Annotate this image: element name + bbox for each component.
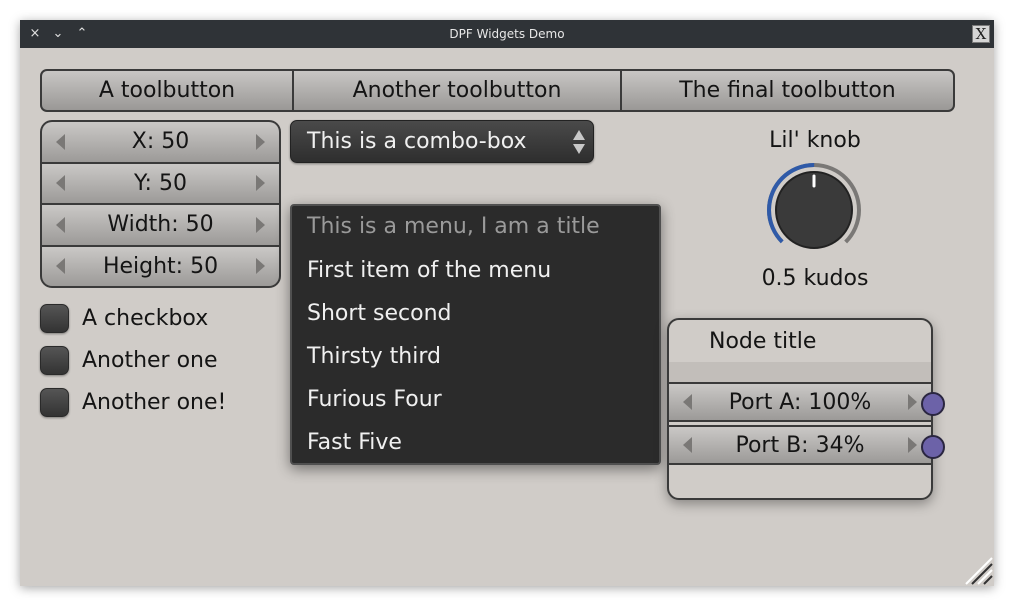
toolbutton-2[interactable]: Another toolbutton [292, 71, 620, 110]
x11-app-icon: X [972, 25, 990, 43]
spinner-label: Width: 50 [107, 212, 214, 238]
menu-item[interactable]: Thirsty third [307, 344, 441, 369]
port-b-connector[interactable] [921, 435, 945, 459]
arrow-left-icon[interactable] [683, 394, 692, 410]
knob[interactable] [764, 160, 864, 260]
node: Node title Port A: 100% Port B: 34% [667, 318, 933, 500]
combo-box[interactable]: This is a combo-box [290, 120, 594, 163]
spinner-label: Y: 50 [134, 170, 187, 196]
arrow-left-icon[interactable] [56, 258, 65, 275]
arrow-right-icon[interactable] [908, 394, 917, 410]
menu-item[interactable]: Furious Four [307, 387, 442, 412]
spinner-y[interactable]: Y: 50 [42, 163, 279, 203]
arrow-right-icon[interactable] [908, 437, 917, 453]
arrow-left-icon[interactable] [683, 437, 692, 453]
updown-icon [573, 130, 585, 154]
knob-label: Lil' knob [769, 128, 861, 153]
checkbox[interactable] [40, 345, 69, 375]
checkbox-label: Another one [82, 347, 218, 373]
spinner-label: Height: 50 [102, 253, 219, 279]
menu-item[interactable]: First item of the menu [307, 258, 551, 283]
checkbox-row-3[interactable]: Another one! [40, 386, 226, 418]
node-title: Node title [709, 328, 817, 354]
toolbutton-1[interactable]: A toolbutton [42, 71, 292, 110]
window-title: DPF Widgets Demo [449, 27, 565, 41]
combo-value: This is a combo-box [307, 129, 527, 154]
app-window: × ⌄ ⌃ DPF Widgets Demo X A toolbutton An… [20, 20, 994, 586]
checkbox-label: Another one! [82, 389, 227, 415]
arrow-right-icon[interactable] [256, 258, 265, 275]
port-label: Port B: 34% [735, 432, 865, 458]
node-divider [669, 362, 931, 382]
port-a-connector[interactable] [921, 392, 945, 416]
arrow-left-icon[interactable] [56, 216, 65, 233]
checkbox-label: A checkbox [82, 305, 209, 331]
spinner-label: X: 50 [131, 129, 190, 155]
title-bar: × ⌄ ⌃ DPF Widgets Demo X [20, 20, 994, 48]
checkbox[interactable] [40, 303, 69, 333]
resize-grip-icon[interactable] [964, 556, 994, 586]
port-label: Port A: 100% [728, 389, 872, 415]
arrow-right-icon[interactable] [256, 216, 265, 233]
checkbox-row-2[interactable]: Another one [40, 344, 218, 376]
spinner-group: X: 50 Y: 50 Width: 50 Height: 50 [40, 120, 281, 288]
spinner-width[interactable]: Width: 50 [42, 205, 279, 245]
toolbar: A toolbutton Another toolbutton The fina… [40, 69, 955, 112]
arrow-left-icon[interactable] [56, 175, 65, 192]
arrow-right-icon[interactable] [256, 175, 265, 192]
checkbox[interactable] [40, 387, 69, 417]
checkbox-row-1[interactable]: A checkbox [40, 302, 208, 334]
menu-item[interactable]: Short second [307, 301, 452, 326]
port-b[interactable]: Port B: 34% [669, 425, 931, 465]
port-a[interactable]: Port A: 100% [669, 382, 931, 422]
arrow-right-icon[interactable] [256, 133, 265, 150]
menu-item[interactable]: Fast Five [307, 430, 402, 455]
menu-title: This is a menu, I am a title [307, 214, 600, 239]
arrow-left-icon[interactable] [56, 133, 65, 150]
knob-value: 0.5 kudos [761, 266, 869, 291]
popup-menu: This is a menu, I am a title First item … [290, 204, 661, 465]
spinner-x[interactable]: X: 50 [42, 122, 279, 162]
spinner-height[interactable]: Height: 50 [42, 246, 279, 286]
toolbutton-3[interactable]: The final toolbutton [620, 71, 953, 110]
